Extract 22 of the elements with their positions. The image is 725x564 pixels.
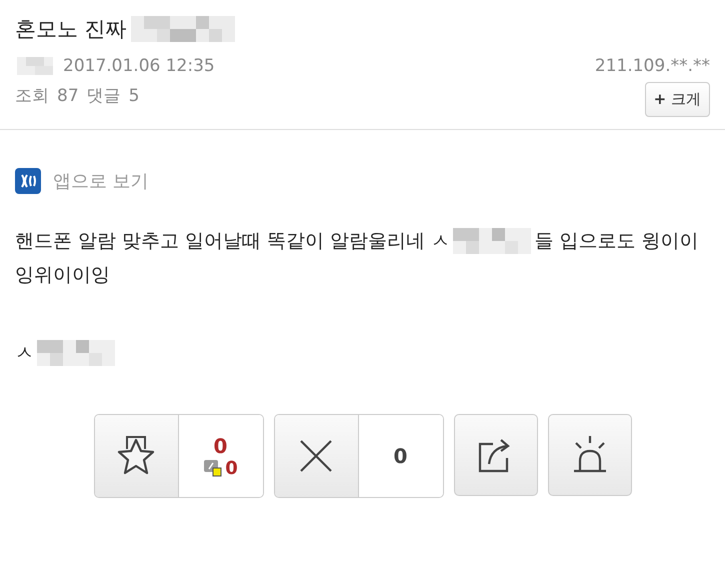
post-text: 핸드폰 알람 맞추고 일어날때 똑같이 알람울리네 ㅅ: [15, 229, 450, 254]
post-text: 들 입으로도 윙이이: [534, 229, 698, 254]
post-date: 2017.01.06 12:35: [63, 56, 215, 76]
comments-count: 5: [128, 86, 140, 106]
recommend-button[interactable]: [94, 415, 178, 497]
share-button[interactable]: [454, 414, 538, 496]
mobile-recommend-count: 0: [225, 458, 238, 478]
post-text: ㅅ: [15, 341, 34, 366]
report-button[interactable]: [548, 414, 632, 496]
views-count: 87: [57, 86, 79, 106]
not-recommend-button[interactable]: [274, 415, 358, 497]
app-logo-icon: [15, 168, 41, 194]
post-text: 잉위이이잉: [15, 263, 110, 288]
mobile-icon: [203, 459, 224, 477]
cross-icon: [299, 439, 333, 473]
comments-label: 댓글: [86, 85, 121, 107]
views-label: 조회: [15, 85, 49, 107]
post-title: 혼모노 진짜: [15, 16, 127, 43]
not-recommend-count: 0: [394, 444, 408, 468]
recommend-count: 0: [214, 434, 228, 458]
ip-address: 211.109.**.**: [594, 56, 710, 76]
enlarge-button[interactable]: + 크게: [644, 82, 710, 117]
